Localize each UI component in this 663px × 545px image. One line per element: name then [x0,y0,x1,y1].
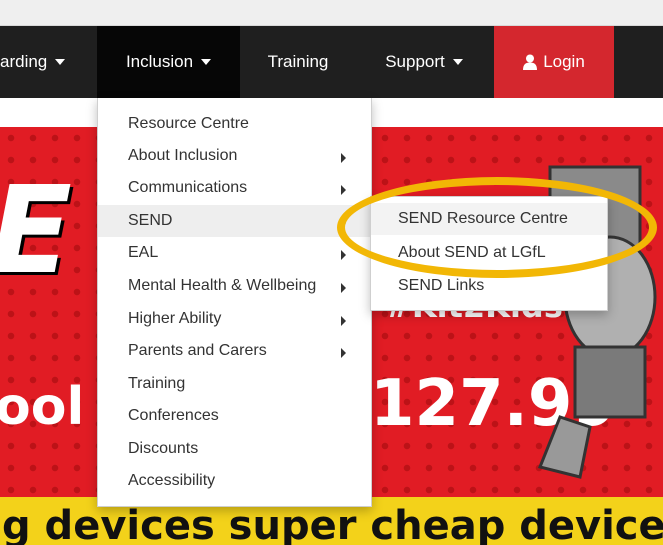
dropdown-item[interactable]: Accessibility [98,465,371,497]
banner-price-left: ool [0,377,85,437]
chevron-right-icon [341,316,346,326]
nav-support[interactable]: Support [368,26,480,98]
dropdown-item[interactable]: EAL [98,237,371,269]
chevron-right-icon [341,283,346,293]
chevron-right-icon [341,348,346,358]
dropdown-item[interactable]: Mental Health & Wellbeing [98,270,371,302]
dropdown-item[interactable]: Discounts [98,433,371,465]
submenu-item[interactable]: About SEND at LGfL [371,237,607,269]
dropdown-item-label: Conferences [128,407,219,424]
chevron-right-icon [341,218,346,228]
browser-top-strip [0,0,663,26]
dropdown-item[interactable]: Training [98,368,371,400]
submenu-item[interactable]: SEND Links [371,270,607,302]
dropdown-item-label: Resource Centre [128,115,249,132]
dropdown-item[interactable]: Conferences [98,400,371,432]
dropdown-item-label: EAL [128,244,159,261]
submenu-item-label: SEND Resource Centre [398,210,568,227]
dropdown-item-label: SEND [128,212,173,229]
submenu-item-label: About SEND at LGfL [398,244,546,261]
nav-training[interactable]: Training [248,26,348,98]
dropdown-item-label: About Inclusion [128,147,238,164]
caret-down-icon [452,59,463,65]
nav-safeguarding[interactable]: arding [0,26,90,98]
caret-down-icon [201,59,212,65]
nav-inclusion-label: Inclusion [125,52,194,71]
dropdown-item-label: Mental Health & Wellbeing [128,277,317,294]
dropdown-item[interactable]: Higher Ability [98,303,371,335]
nav-training-label: Training [267,52,329,71]
user-icon [523,54,538,70]
submenu-item-label: SEND Links [398,277,485,294]
dropdown-item[interactable]: Resource Centre [98,108,371,140]
caret-down-icon [55,59,66,65]
send-submenu: SEND Resource Centre About SEND at LGfL SE… [370,196,608,311]
submenu-item[interactable]: SEND Resource Centre [371,203,607,235]
dropdown-item-label: Training [128,375,186,392]
nav-inclusion[interactable]: Inclusion [97,26,240,98]
chevron-right-icon [341,185,346,195]
nav-safeguarding-label: arding [0,52,48,71]
dropdown-item[interactable]: Parents and Carers [98,335,371,367]
chevron-right-icon [341,250,346,260]
login-label: Login [543,52,585,71]
dropdown-item-label: Communications [128,179,248,196]
dropdown-item-label: Accessibility [128,472,216,489]
dropdown-item[interactable]: SEND [98,205,371,237]
dropdown-item[interactable]: About Inclusion [98,140,371,172]
main-navbar: arding Inclusion Training Support Login [0,26,663,98]
dropdown-item-label: Higher Ability [128,310,222,327]
dropdown-item-label: Discounts [128,440,199,457]
login-button[interactable]: Login [494,26,614,98]
chevron-right-icon [341,153,346,163]
nav-support-label: Support [385,52,445,71]
dropdown-item-label: Parents and Carers [128,342,267,359]
dropdown-item[interactable]: Communications [98,172,371,204]
inclusion-dropdown-menu: Resource Centre About Inclusion Communicat… [97,98,372,507]
